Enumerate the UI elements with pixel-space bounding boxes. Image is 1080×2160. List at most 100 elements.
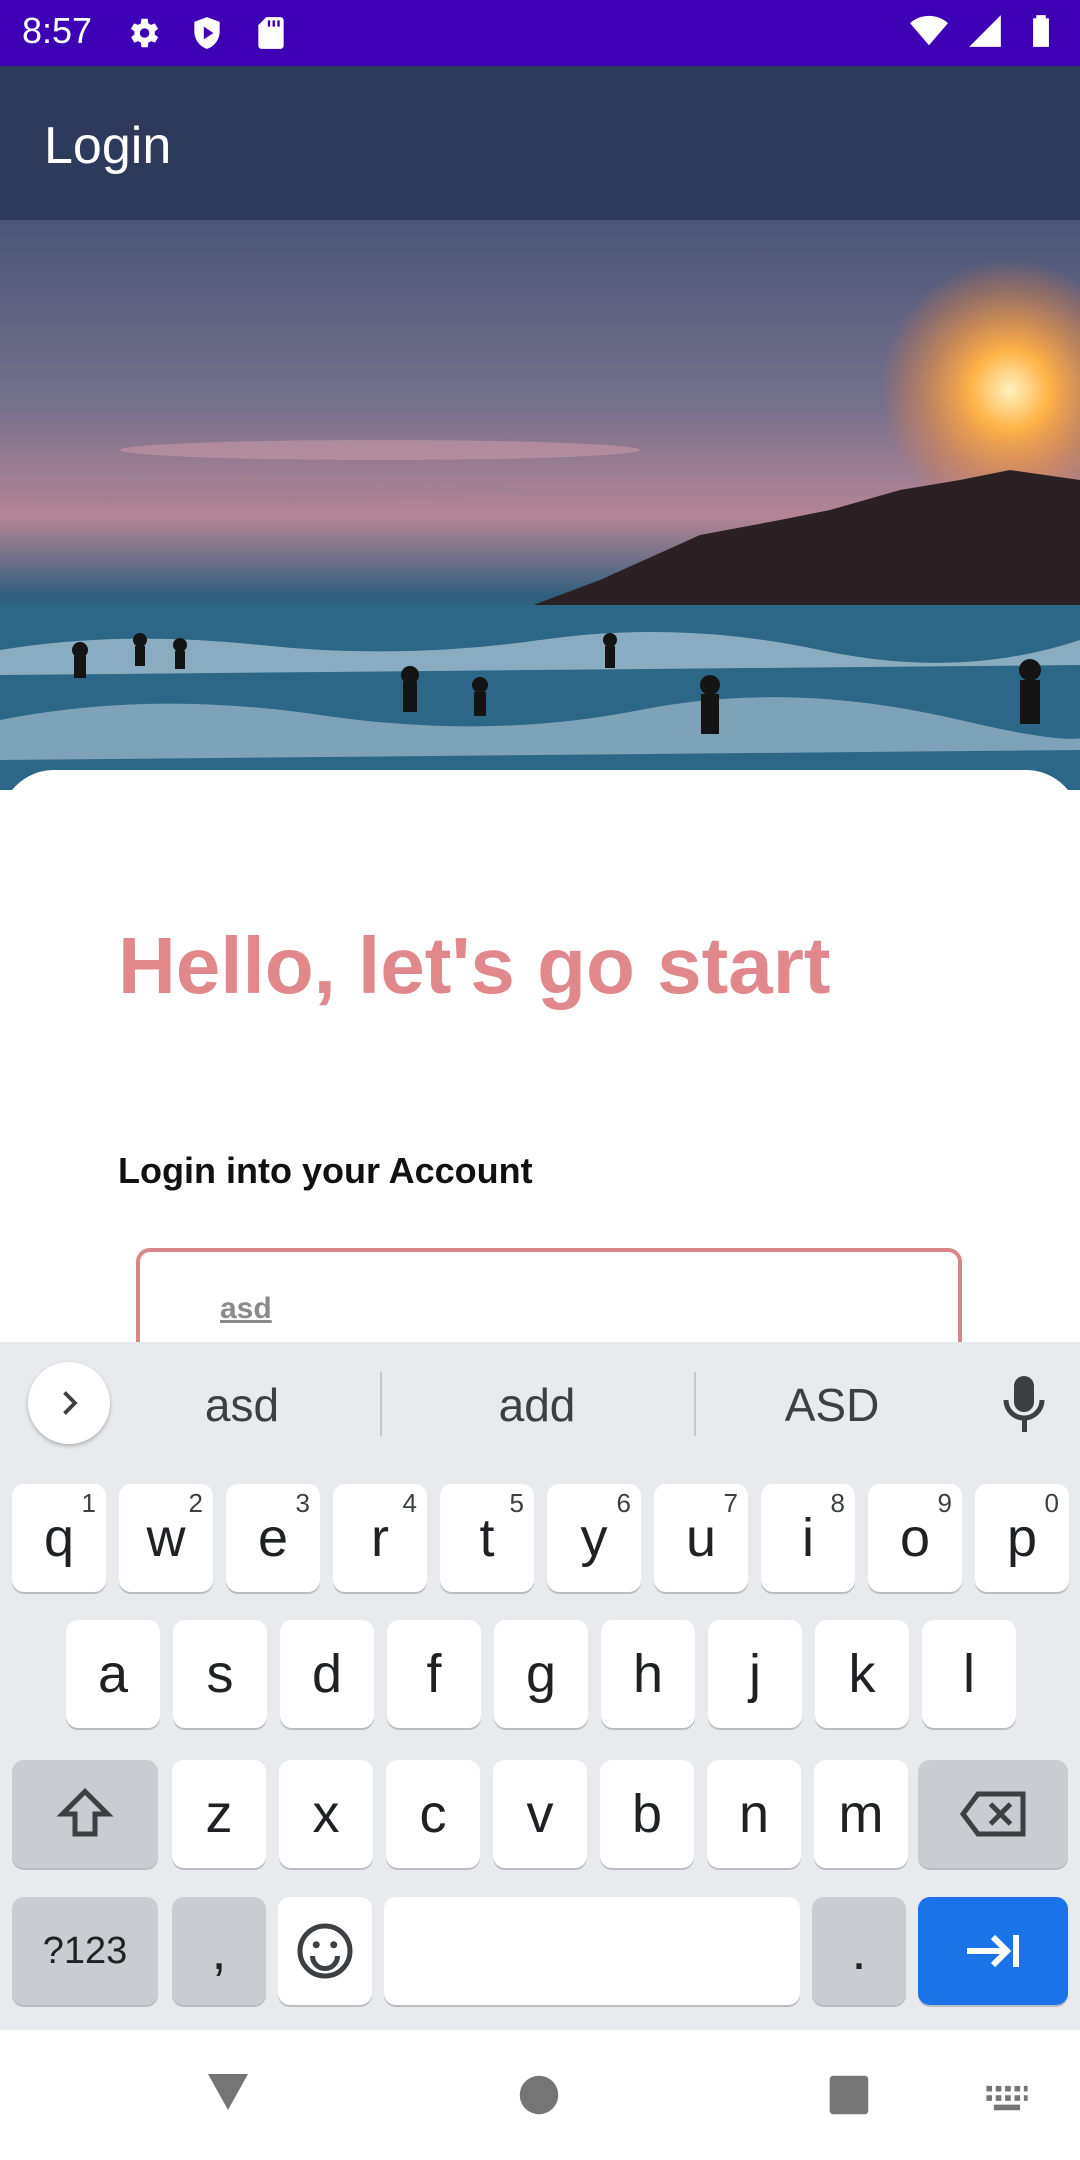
enter-next-key[interactable] [918,1897,1068,2005]
key-q-label: q [43,1508,75,1568]
status-time: 8:57 [22,10,93,51]
welcome-headline: Hello, let's go start [118,921,831,1010]
emoji-key[interactable] [278,1897,372,2005]
key-l-label: l [963,1644,975,1704]
key-f[interactable]: f [387,1620,481,1728]
key-y-hint: 6 [616,1488,631,1518]
comma-key[interactable]: , [172,1897,266,2005]
key-r-hint: 4 [402,1488,417,1518]
key-c[interactable]: c [386,1760,480,1868]
key-d-label: d [311,1644,343,1704]
key-u-hint: 7 [723,1488,738,1518]
key-q-hint: 1 [81,1488,96,1518]
shift-arrow-icon [56,1787,114,1837]
key-f-label: f [426,1644,442,1704]
suggestion-2[interactable]: add [397,1378,677,1432]
key-c-label: c [419,1784,447,1844]
comma-key-label: , [211,1921,227,1981]
key-x[interactable]: x [279,1760,373,1868]
symbols-key[interactable]: ?123 [12,1897,158,2005]
key-w-hint: 2 [188,1488,203,1518]
page-title: Login [44,117,172,175]
space-key[interactable] [384,1897,800,2005]
key-e-hint: 3 [295,1488,310,1518]
key-b[interactable]: b [600,1760,694,1868]
login-card: Hello, let's go start Login into your Ac… [0,770,1080,1378]
key-k[interactable]: k [815,1620,909,1728]
key-a-label: a [97,1644,129,1704]
key-p-label: p [1006,1508,1038,1568]
key-j-label: j [749,1644,761,1704]
back-triangle-icon[interactable] [204,2070,252,2114]
key-h[interactable]: h [601,1620,695,1728]
key-i-hint: 8 [830,1488,845,1518]
key-i-label: i [802,1508,814,1568]
hero-beach-image [0,220,1080,790]
suggestion-strip: asd add ASD [0,1342,1080,1472]
key-r-label: r [371,1508,389,1568]
key-p[interactable]: p0 [975,1484,1069,1592]
emoji-smile-icon [297,1923,353,1979]
key-m[interactable]: m [814,1760,908,1868]
wifi-icon [910,15,948,46]
key-e[interactable]: e3 [226,1484,320,1592]
shield-icon [194,17,220,49]
key-o-hint: 9 [937,1488,952,1518]
key-h-label: h [632,1644,664,1704]
key-x-label: x [312,1784,340,1844]
key-k-label: k [848,1644,876,1704]
backspace-icon [959,1791,1026,1837]
home-circle-icon[interactable] [518,2074,560,2116]
key-e-label: e [257,1508,289,1568]
recents-square-icon[interactable] [828,2074,870,2116]
key-o[interactable]: o9 [868,1484,962,1592]
key-a[interactable]: a [66,1620,160,1728]
key-d[interactable]: d [280,1620,374,1728]
app-bar: Login [0,66,1080,220]
settings-gear-icon [130,18,159,48]
key-v-label: v [526,1784,554,1844]
period-key[interactable]: . [812,1897,906,2005]
battery-icon [1033,15,1049,47]
key-s[interactable]: s [173,1620,267,1728]
keyboard-switch-icon[interactable] [984,2084,1030,2114]
key-t-label: t [479,1508,495,1568]
key-y-label: y [580,1508,608,1568]
key-z[interactable]: z [172,1760,266,1868]
key-q[interactable]: q1 [12,1484,106,1592]
key-g[interactable]: g [494,1620,588,1728]
username-input-value: asd [220,1292,272,1325]
suggestion-3[interactable]: ASD [692,1378,972,1432]
system-nav-bar [0,2030,1080,2160]
key-l[interactable]: l [922,1620,1016,1728]
suggestion-1[interactable]: asd [102,1378,382,1432]
key-b-label: b [631,1784,663,1844]
key-j[interactable]: j [708,1620,802,1728]
key-o-label: o [899,1508,931,1568]
key-v[interactable]: v [493,1760,587,1868]
key-z-label: z [205,1784,233,1844]
key-t-hint: 5 [509,1488,524,1518]
login-subtitle: Login into your Account [118,1150,533,1191]
status-bar: 8:57 [0,0,1080,66]
tab-arrow-icon [967,1934,1019,1968]
key-t[interactable]: t5 [440,1484,534,1592]
cell-signal-icon [969,15,1001,47]
key-i[interactable]: i8 [761,1484,855,1592]
shift-key[interactable] [12,1760,158,1868]
key-p-hint: 0 [1044,1488,1059,1518]
symbols-key-label: ?123 [42,1929,128,1972]
backspace-key[interactable] [918,1760,1068,1868]
key-m-label: m [838,1784,884,1844]
key-r[interactable]: r4 [333,1484,427,1592]
expand-toolbar-button[interactable] [28,1362,110,1444]
key-y[interactable]: y6 [547,1484,641,1592]
suggestion-divider [380,1372,382,1436]
sd-card-icon [258,17,284,49]
key-w[interactable]: w2 [119,1484,213,1592]
key-n[interactable]: n [707,1760,801,1868]
key-u[interactable]: u7 [654,1484,748,1592]
microphone-icon[interactable] [1000,1372,1048,1436]
soft-keyboard: asd add ASD ?123 , . q1w2e3r4t5y6u7i8o9p… [0,1342,1080,2030]
key-w-label: w [146,1508,186,1568]
